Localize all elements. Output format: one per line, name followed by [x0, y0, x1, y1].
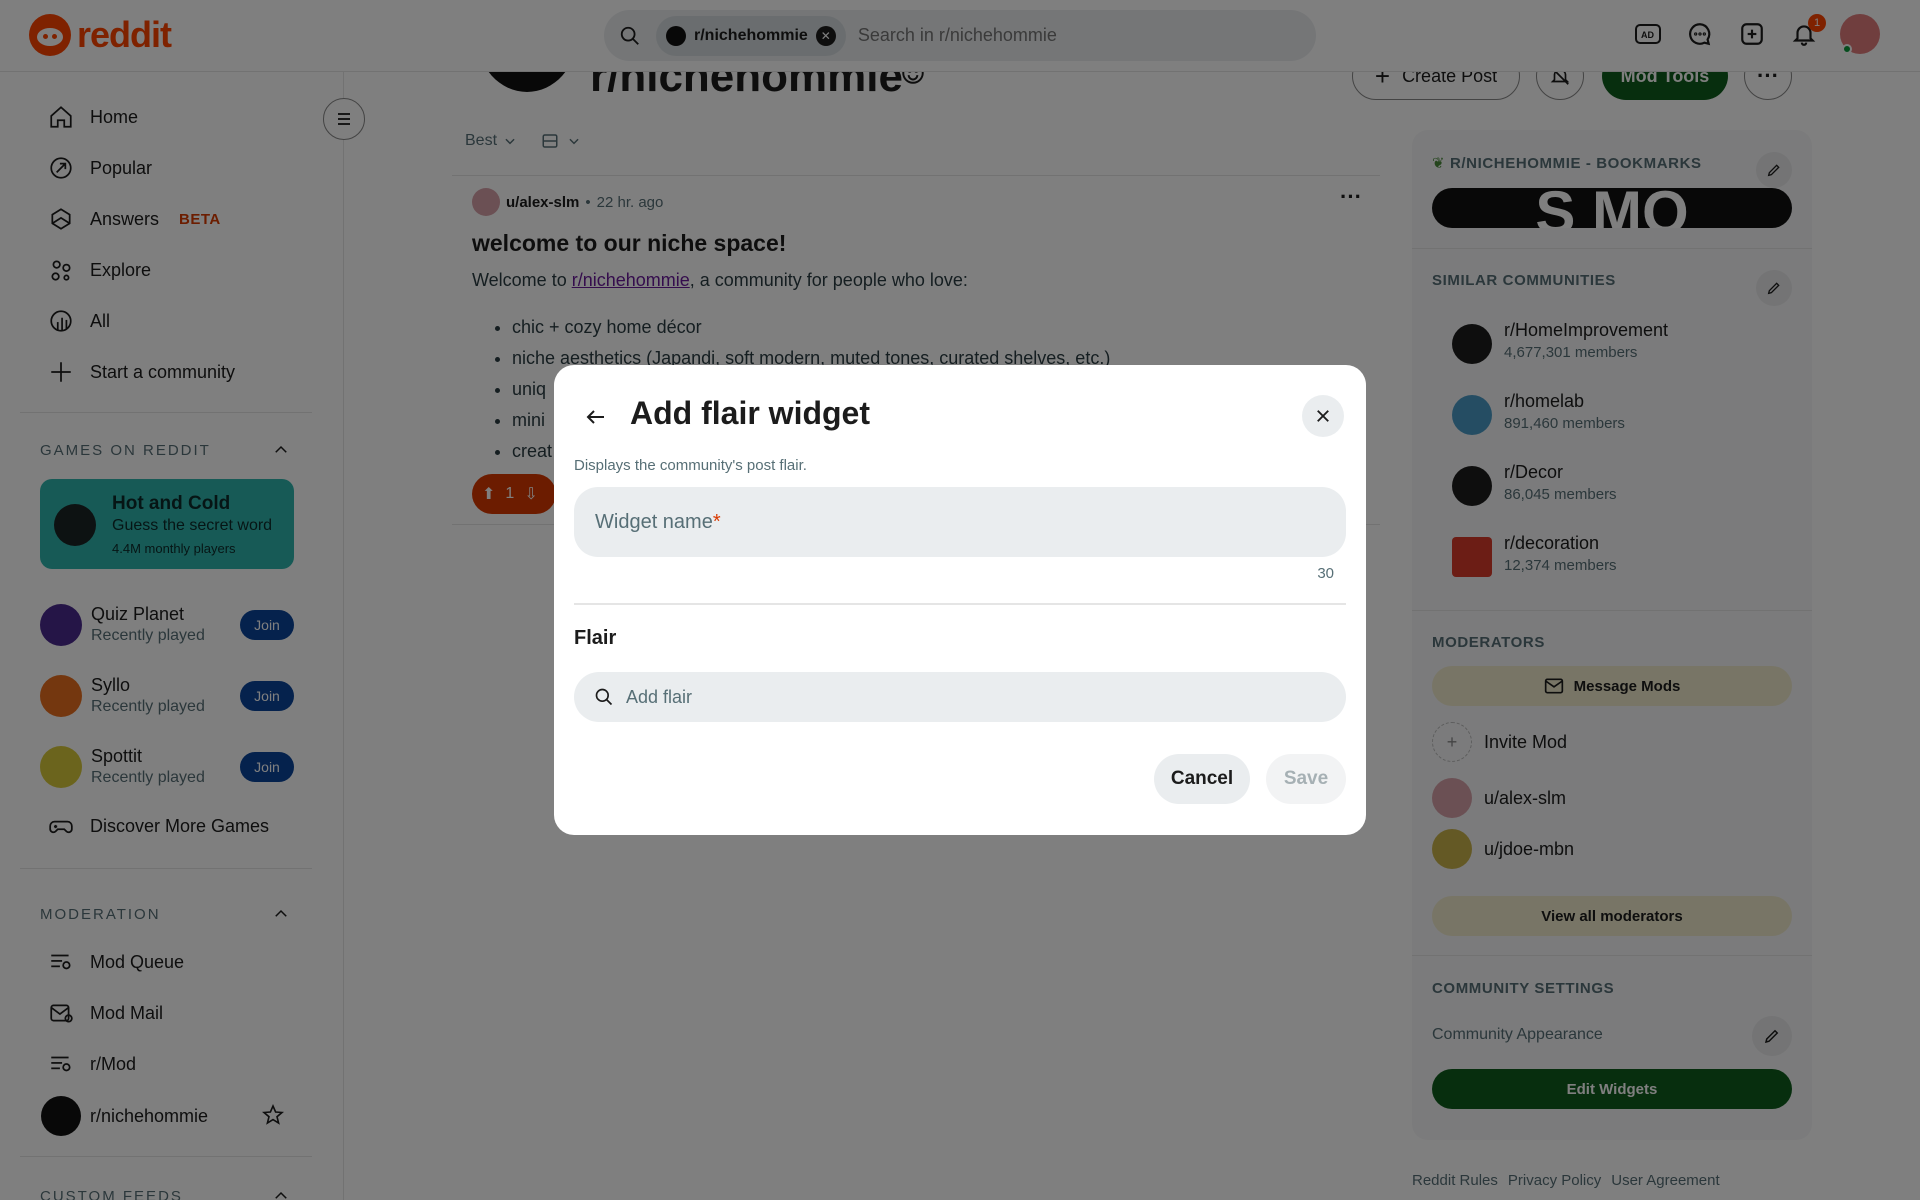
character-count: 30 — [1317, 565, 1334, 582]
required-marker: * — [712, 510, 721, 533]
add-flair-search[interactable]: Add flair — [574, 672, 1346, 722]
modal-description: Displays the community's post flair. — [574, 457, 807, 474]
add-flair-placeholder: Add flair — [626, 686, 693, 707]
search-icon — [595, 688, 613, 706]
cancel-button[interactable]: Cancel — [1154, 754, 1250, 804]
back-button[interactable] — [576, 397, 616, 437]
widget-name-placeholder: Widget name — [595, 510, 713, 533]
arrow-left-icon — [586, 410, 604, 424]
close-icon — [1317, 410, 1329, 422]
save-button[interactable]: Save — [1266, 754, 1346, 804]
modal-divider — [574, 603, 1346, 605]
flair-label: Flair — [574, 627, 617, 649]
close-button[interactable] — [1302, 395, 1344, 437]
modal-title: Add flair widget — [630, 395, 870, 431]
add-flair-widget-dialog: Add flair widget Displays the community'… — [554, 365, 1366, 835]
widget-name-field[interactable]: Widget name * — [574, 487, 1346, 557]
